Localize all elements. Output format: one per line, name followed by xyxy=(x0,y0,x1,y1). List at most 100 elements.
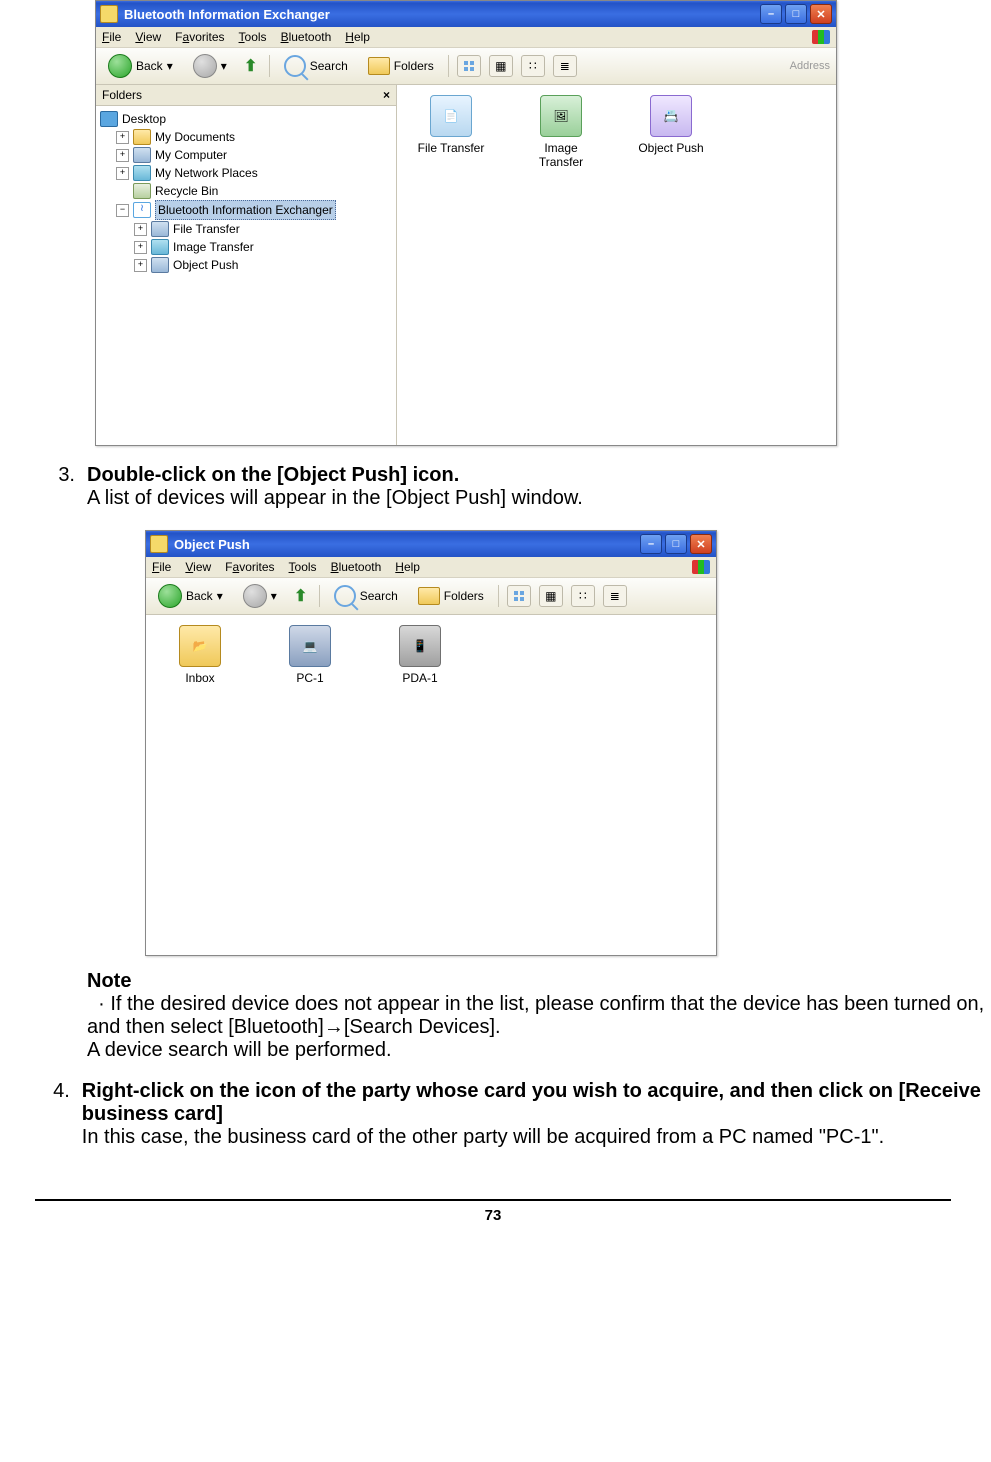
step-number: 3. xyxy=(35,464,87,510)
tree-recycle[interactable]: Recycle Bin xyxy=(155,182,218,200)
view-thumbnails-button[interactable] xyxy=(507,585,531,607)
window-title: Object Push xyxy=(174,537,250,552)
menu-help[interactable]: Help xyxy=(345,30,370,44)
folder-icon xyxy=(418,587,440,605)
windows-flag-icon xyxy=(692,560,710,574)
step-body: A list of devices will appear in the [Ob… xyxy=(87,487,583,510)
note-body: · If the desired device does not appear … xyxy=(87,993,991,1039)
maximize-button[interactable]: □ xyxy=(785,4,807,24)
menu-bluetooth[interactable]: Bluetooth xyxy=(331,560,382,574)
view-thumbnails-button[interactable] xyxy=(457,55,481,77)
file-transfer-icon xyxy=(151,221,169,237)
close-button[interactable]: ✕ xyxy=(690,534,712,554)
pda1-item[interactable]: 📱PDA-1 xyxy=(380,625,460,685)
menu-file[interactable]: File xyxy=(152,560,171,574)
menu-tools[interactable]: Tools xyxy=(289,560,317,574)
network-icon xyxy=(133,165,151,181)
image-transfer-icon xyxy=(151,239,169,255)
search-icon xyxy=(284,55,306,77)
menu-file[interactable]: File xyxy=(102,30,121,44)
note-block: Note · If the desired device does not ap… xyxy=(87,970,991,1062)
titlebar: Object Push – □ ✕ xyxy=(146,531,716,557)
page-number: 73 xyxy=(485,1207,502,1224)
back-button[interactable]: Back ▾ xyxy=(152,582,229,610)
expand-button[interactable]: + xyxy=(116,131,129,144)
collapse-button[interactable]: − xyxy=(116,204,129,217)
explorer-window-2: Object Push – □ ✕ File View Favorites To… xyxy=(145,530,717,956)
bluetooth-icon: ≀ xyxy=(133,202,151,218)
pc1-item[interactable]: 💻PC-1 xyxy=(270,625,350,685)
view-icons-button[interactable]: ∷ xyxy=(571,585,595,607)
search-button[interactable]: Search xyxy=(328,583,404,609)
menu-tools[interactable]: Tools xyxy=(239,30,267,44)
page-footer: 73 xyxy=(35,1199,951,1224)
tree-it[interactable]: Image Transfer xyxy=(173,238,254,256)
expand-button[interactable]: + xyxy=(116,167,129,180)
folder-icon xyxy=(100,5,118,23)
folder-icon xyxy=(150,535,168,553)
tree-mynet[interactable]: My Network Places xyxy=(155,164,258,182)
menu-view[interactable]: View xyxy=(135,30,161,44)
desktop-icon xyxy=(100,111,118,127)
tree-mycomp[interactable]: My Computer xyxy=(155,146,227,164)
view-list-button[interactable]: ≣ xyxy=(553,55,577,77)
object-push-item[interactable]: 📇Object Push xyxy=(631,95,711,169)
minimize-button[interactable]: – xyxy=(760,4,782,24)
view-tiles-button[interactable]: ▦ xyxy=(539,585,563,607)
content-pane: 📄File Transfer 🖼Image Transfer 📇Object P… xyxy=(397,85,836,445)
recycle-icon xyxy=(133,183,151,199)
step-4: 4. Right-click on the icon of the party … xyxy=(35,1080,991,1149)
view-tiles-button[interactable]: ▦ xyxy=(489,55,513,77)
folders-header: Folders xyxy=(102,88,142,102)
tree-desktop[interactable]: Desktop xyxy=(122,110,166,128)
menu-favorites[interactable]: Favorites xyxy=(225,560,274,574)
close-button[interactable]: ✕ xyxy=(810,4,832,24)
minimize-button[interactable]: – xyxy=(640,534,662,554)
inbox-item[interactable]: 📂Inbox xyxy=(160,625,240,685)
folders-button[interactable]: Folders xyxy=(412,585,490,607)
expand-button[interactable]: + xyxy=(134,241,147,254)
menu-favorites[interactable]: Favorites xyxy=(175,30,224,44)
maximize-button[interactable]: □ xyxy=(665,534,687,554)
note-body-2: A device search will be performed. xyxy=(87,1039,991,1062)
forward-button[interactable]: ▾ xyxy=(237,582,283,610)
step-3: 3. Double-click on the [Object Push] ico… xyxy=(35,464,991,510)
titlebar: Bluetooth Information Exchanger – □ ✕ xyxy=(96,1,836,27)
folders-button[interactable]: Folders xyxy=(362,55,440,77)
file-transfer-icon: 📄 xyxy=(430,95,472,137)
computer-icon xyxy=(133,147,151,163)
menubar: File View Favorites Tools Bluetooth Help xyxy=(146,557,716,578)
expand-button[interactable]: + xyxy=(134,223,147,236)
menubar: File View Favorites Tools Bluetooth Help xyxy=(96,27,836,48)
search-button[interactable]: Search xyxy=(278,53,354,79)
toolbar: Back ▾ ▾ ⬆ Search Folders ▦ ∷ ≣ Address xyxy=(96,48,836,85)
folders-pane: Folders × Desktop + My Documents + My Compu… xyxy=(96,85,397,445)
toolbar: Back ▾ ▾ ⬆ Search Folders ▦ ∷ ≣ xyxy=(146,578,716,615)
image-transfer-item[interactable]: 🖼Image Transfer xyxy=(521,95,601,169)
step-title: Right-click on the icon of the party who… xyxy=(82,1080,991,1126)
tree-mydocs[interactable]: My Documents xyxy=(155,128,235,146)
explorer-window-1: Bluetooth Information Exchanger – □ ✕ Fi… xyxy=(95,0,837,446)
expand-button[interactable]: + xyxy=(134,259,147,272)
pc-icon: 💻 xyxy=(289,625,331,667)
windows-flag-icon xyxy=(812,30,830,44)
menu-help[interactable]: Help xyxy=(395,560,420,574)
up-button[interactable]: ⬆ xyxy=(291,586,311,606)
folder-icon xyxy=(133,129,151,145)
file-transfer-item[interactable]: 📄File Transfer xyxy=(411,95,491,169)
menu-bluetooth[interactable]: Bluetooth xyxy=(281,30,332,44)
forward-button[interactable]: ▾ xyxy=(187,52,233,80)
tree-ft[interactable]: File Transfer xyxy=(173,220,240,238)
address-label: Address xyxy=(790,60,830,72)
expand-button[interactable]: + xyxy=(116,149,129,162)
close-pane-button[interactable]: × xyxy=(383,88,390,102)
tree-bt-selected[interactable]: Bluetooth Information Exchanger xyxy=(155,200,336,220)
step-title: Double-click on the [Object Push] icon. xyxy=(87,464,583,487)
menu-view[interactable]: View xyxy=(185,560,211,574)
tree-op[interactable]: Object Push xyxy=(173,256,238,274)
view-icons-button[interactable]: ∷ xyxy=(521,55,545,77)
back-button[interactable]: Back ▾ xyxy=(102,52,179,80)
view-list-button[interactable]: ≣ xyxy=(603,585,627,607)
folder-tree: Desktop + My Documents + My Computer + My N… xyxy=(96,106,396,278)
up-button[interactable]: ⬆ xyxy=(241,56,261,76)
